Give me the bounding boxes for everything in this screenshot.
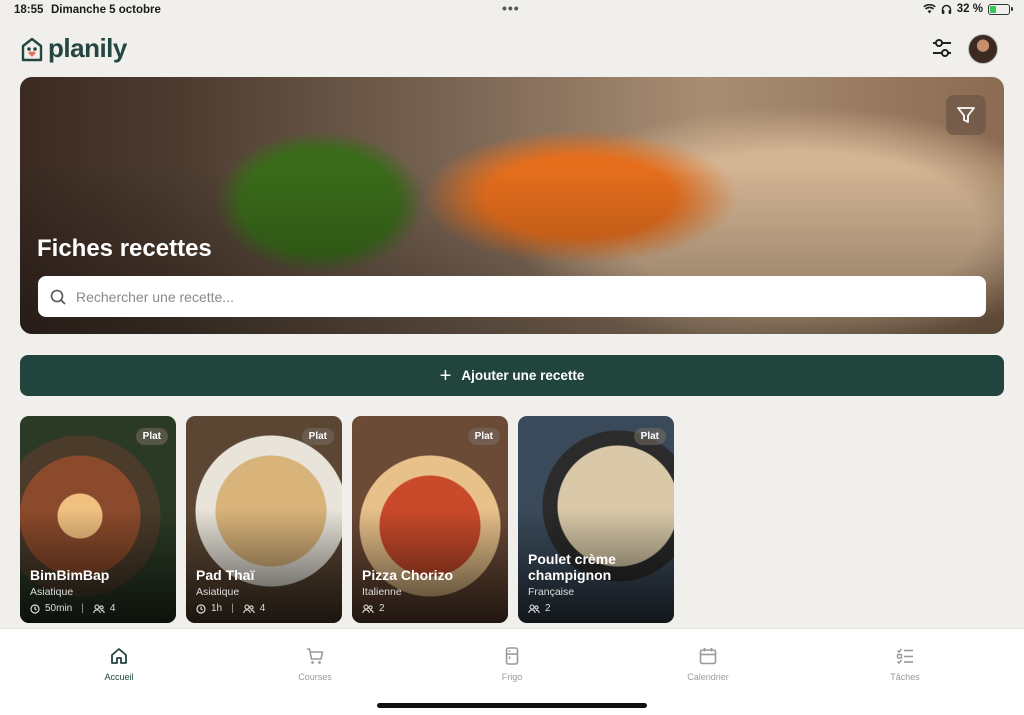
funnel-icon xyxy=(957,107,975,123)
recipe-name: Poulet crème champignon xyxy=(528,551,616,583)
recipe-cuisine: Italienne xyxy=(362,586,402,598)
people-icon xyxy=(528,603,540,613)
category-badge: Plat xyxy=(135,428,168,445)
multitasking-dots[interactable]: ••• xyxy=(502,0,520,16)
hero-banner: Fiches recettes xyxy=(20,77,1004,334)
recipe-meta: 2 xyxy=(362,603,500,614)
recipe-time: 50min xyxy=(45,603,73,614)
recipe-name: BimBimBap xyxy=(30,567,110,583)
add-recipe-label: Ajouter une recette xyxy=(461,368,585,383)
recipe-meta: 2 xyxy=(528,603,666,614)
battery-icon xyxy=(988,3,1013,15)
battery-percent: 32 % xyxy=(956,3,983,15)
tab-label: Calendrier xyxy=(687,672,729,682)
user-avatar[interactable] xyxy=(968,34,998,64)
recipe-info: Poulet crème champignon Française 2 xyxy=(528,551,666,614)
recipe-info: Pizza Chorizo Italienne 2 xyxy=(362,567,500,614)
search-bar[interactable] xyxy=(38,276,986,317)
recipe-card[interactable]: Plat Pizza Chorizo Italienne 2 xyxy=(352,416,508,623)
tab-label: Tâches xyxy=(890,672,920,682)
status-right: 32 % xyxy=(922,3,1013,15)
tab-label: Courses xyxy=(298,672,332,682)
status-time: 18:55 xyxy=(14,4,44,16)
recipe-servings: 4 xyxy=(109,603,116,614)
recipe-card[interactable]: Plat BimBimBap Asiatique 50min | 4 xyxy=(20,416,176,623)
recipe-cuisine: Asiatique xyxy=(196,586,240,598)
search-icon xyxy=(50,289,66,305)
tab-frigo[interactable]: Frigo xyxy=(467,646,557,682)
add-recipe-button[interactable]: + Ajouter une recette xyxy=(20,355,1004,396)
category-badge: Plat xyxy=(467,428,500,445)
tab-calendrier[interactable]: Calendrier xyxy=(663,646,753,682)
tab-label: Accueil xyxy=(104,672,134,682)
category-badge: Plat xyxy=(301,428,334,445)
recipe-servings: 2 xyxy=(545,603,551,614)
recipe-card[interactable]: Plat Poulet crème champignon Française 2 xyxy=(518,416,674,623)
home-icon xyxy=(111,648,127,664)
recipe-info: BimBimBap Asiatique 50min | 4 xyxy=(30,567,168,614)
recipe-cuisine: Française xyxy=(528,586,575,598)
category-badge: Plat xyxy=(633,428,666,445)
meta-separator: | xyxy=(81,603,84,614)
meta-separator: | xyxy=(231,603,234,614)
home-indicator[interactable] xyxy=(377,703,647,708)
people-icon xyxy=(242,603,255,613)
page-title: Fiches recettes xyxy=(37,235,212,262)
hero-filter-button[interactable] xyxy=(946,95,986,135)
sliders-icon[interactable] xyxy=(930,37,954,59)
recipe-name: Pad Thaï xyxy=(196,567,255,583)
status-bar: 18:55 Dimanche 5 octobre ••• 32 % xyxy=(0,0,1024,22)
clock-icon xyxy=(30,603,40,614)
recipe-card[interactable]: Plat Pad Thaï Asiatique 1h | 4 xyxy=(186,416,342,623)
recipe-name: Pizza Chorizo xyxy=(362,567,454,583)
recipe-cuisine: Asiatique xyxy=(30,586,74,598)
fridge-icon xyxy=(505,647,519,665)
status-date: Dimanche 5 octobre xyxy=(51,4,161,16)
people-icon xyxy=(362,603,374,613)
tab-taches[interactable]: Tâches xyxy=(860,646,950,682)
cart-icon xyxy=(307,648,324,664)
recipe-time: 1h xyxy=(211,603,223,614)
tab-label: Frigo xyxy=(501,672,523,682)
clock-icon xyxy=(196,603,206,614)
logo-house-icon xyxy=(21,37,43,61)
people-icon xyxy=(93,603,105,613)
search-input[interactable] xyxy=(76,288,956,305)
checklist-icon xyxy=(896,648,913,665)
tab-bar: Accueil Courses Frigo Calendrier Tâches xyxy=(0,628,1024,715)
recipe-servings: 4 xyxy=(259,603,266,614)
tab-courses[interactable]: Courses xyxy=(270,646,360,682)
headphones-icon xyxy=(941,4,952,14)
logo-text: planily xyxy=(48,33,127,63)
recipe-list: Plat BimBimBap Asiatique 50min | 4 Plat … xyxy=(20,416,674,623)
app-logo: planily xyxy=(21,33,127,64)
recipe-servings: 2 xyxy=(379,603,385,614)
recipe-info: Pad Thaï Asiatique 1h | 4 xyxy=(196,567,334,614)
wifi-icon xyxy=(922,4,936,14)
tab-accueil[interactable]: Accueil xyxy=(74,646,164,682)
calendar-icon xyxy=(699,648,717,665)
recipe-meta: 50min | 4 xyxy=(30,603,168,614)
plus-icon: + xyxy=(439,364,452,387)
recipe-meta: 1h | 4 xyxy=(196,603,334,614)
battery-level xyxy=(990,5,996,13)
